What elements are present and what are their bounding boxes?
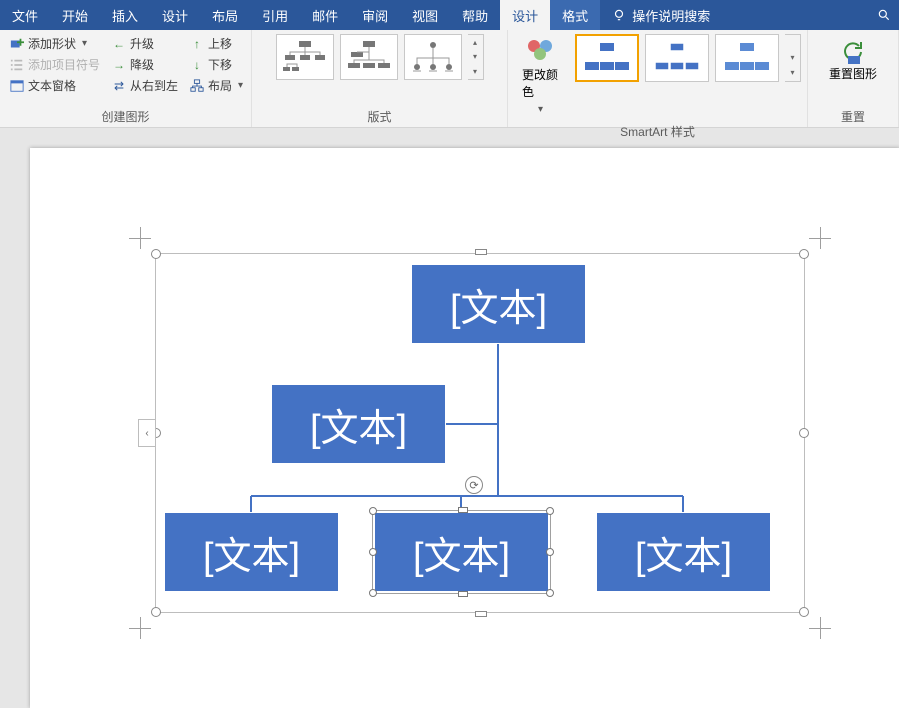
rotate-handle[interactable]: ⟳: [465, 476, 483, 494]
layout-option-2[interactable]: [340, 34, 398, 80]
add-shape-icon: [10, 37, 24, 51]
crop-mark-icon: [812, 620, 828, 636]
smartart-node-child-3[interactable]: [文本]: [596, 512, 771, 592]
text-pane-icon: [10, 79, 24, 93]
promote-button[interactable]: ← 升级: [108, 34, 182, 53]
crop-mark-icon: [132, 230, 148, 246]
resize-handle[interactable]: [475, 611, 487, 617]
ribbon: 添加形状▾ 添加项目符号 文本窗格 ← 升级 → 降级: [0, 30, 899, 128]
styles-more-button[interactable]: ▾ ▾: [785, 34, 801, 82]
tab-home[interactable]: 开始: [50, 0, 100, 30]
style-option-3[interactable]: [715, 34, 779, 82]
dropdown-bar-icon: ▾: [473, 67, 477, 76]
resize-handle[interactable]: [369, 589, 377, 597]
arrow-left-icon: ←: [112, 37, 126, 51]
layout-option-1[interactable]: [276, 34, 334, 80]
tab-layout[interactable]: 布局: [200, 0, 250, 30]
change-colors-button[interactable]: 更改颜色 ▾: [514, 34, 567, 119]
tab-insert[interactable]: 插入: [100, 0, 150, 30]
resize-handle[interactable]: [799, 428, 809, 438]
group-layouts: ▴ ▾ ▾ 版式: [252, 30, 508, 127]
rtl-button[interactable]: ⇄ 从右到左: [108, 76, 182, 95]
layout-button[interactable]: 布局▾: [186, 76, 247, 95]
resize-handle[interactable]: [799, 249, 809, 259]
arrow-up-icon: ↑: [190, 37, 204, 51]
arrow-right-icon: →: [112, 58, 126, 72]
demote-button[interactable]: → 降级: [108, 55, 182, 74]
magnifier-icon: [877, 8, 891, 22]
add-shape-button[interactable]: 添加形状▾: [6, 34, 104, 53]
colors-icon: [526, 38, 556, 62]
reset-graphic-button[interactable]: 重置图形: [821, 34, 885, 85]
resize-handle[interactable]: [151, 607, 161, 617]
smartart-node-top[interactable]: [文本]: [411, 264, 586, 344]
reset-icon: [839, 38, 867, 66]
tab-review[interactable]: 审阅: [350, 0, 400, 30]
move-down-button[interactable]: ↓ 下移: [186, 55, 247, 74]
tell-me-label: 操作说明搜索: [632, 6, 710, 25]
resize-handle[interactable]: [458, 591, 468, 597]
resize-handle[interactable]: [369, 548, 377, 556]
resize-handle[interactable]: [546, 548, 554, 556]
lightbulb-icon: [612, 8, 626, 22]
crop-mark-icon: [132, 620, 148, 636]
style-option-1[interactable]: [575, 34, 639, 82]
dropdown-arrow-icon: ▾: [238, 80, 243, 91]
text-pane-toggle[interactable]: ‹: [138, 419, 156, 447]
smartart-frame[interactable]: ‹ [文本] [文本] [文本] [文本] [文本] ⟳: [155, 253, 805, 613]
bullet-icon: [10, 58, 24, 72]
resize-handle[interactable]: [458, 507, 468, 513]
chevron-down-icon: ▾: [790, 53, 794, 62]
page[interactable]: ‹ [文本] [文本] [文本] [文本] [文本] ⟳: [30, 148, 899, 708]
move-up-button[interactable]: ↑ 上移: [186, 34, 247, 53]
resize-handle[interactable]: [369, 507, 377, 515]
group-create-graphic: 添加形状▾ 添加项目符号 文本窗格 ← 升级 → 降级: [0, 30, 252, 127]
resize-handle[interactable]: [799, 607, 809, 617]
group-label-create: 创建图形: [0, 108, 251, 127]
group-reset: 重置图形 重置: [808, 30, 899, 127]
layouts-more-button[interactable]: ▴ ▾ ▾: [468, 34, 484, 80]
tab-bar: 文件 开始 插入 设计 布局 引用 邮件 审阅 视图 帮助 设计 格式 操作说明…: [0, 0, 899, 30]
add-bullet-button: 添加项目符号: [6, 55, 104, 74]
dropdown-bar-icon: ▾: [790, 68, 794, 77]
layout-icon: [190, 79, 204, 93]
resize-handle[interactable]: [546, 589, 554, 597]
smartart-node-assistant[interactable]: [文本]: [271, 384, 446, 464]
crop-mark-icon: [812, 230, 828, 246]
dropdown-arrow-icon: ▾: [538, 104, 543, 115]
tab-references[interactable]: 引用: [250, 0, 300, 30]
smartart-node-child-1[interactable]: [文本]: [164, 512, 339, 592]
tab-file[interactable]: 文件: [0, 0, 50, 30]
arrow-down-icon: ↓: [190, 58, 204, 72]
tab-view[interactable]: 视图: [400, 0, 450, 30]
tab-smartart-format[interactable]: 格式: [550, 0, 600, 30]
layout-option-3[interactable]: [404, 34, 462, 80]
text-pane-button[interactable]: 文本窗格: [6, 76, 104, 95]
group-label-layouts: 版式: [252, 108, 507, 127]
tab-help[interactable]: 帮助: [450, 0, 500, 30]
tab-mailings[interactable]: 邮件: [300, 0, 350, 30]
resize-handle[interactable]: [475, 249, 487, 255]
document-area: ‹ [文本] [文本] [文本] [文本] [文本] ⟳: [0, 128, 899, 708]
tab-smartart-design[interactable]: 设计: [500, 0, 550, 30]
group-label-reset: 重置: [808, 108, 898, 127]
tell-me-search[interactable]: 操作说明搜索: [600, 0, 722, 30]
dropdown-arrow-icon: ▾: [82, 38, 87, 49]
chevron-up-icon: ▴: [473, 38, 477, 47]
search-icon-right[interactable]: [865, 0, 899, 30]
rtl-icon: ⇄: [112, 79, 126, 93]
resize-handle[interactable]: [151, 249, 161, 259]
chevron-down-icon: ▾: [473, 52, 477, 61]
node-selection-frame: [372, 510, 551, 594]
tab-design-page[interactable]: 设计: [150, 0, 200, 30]
group-smartart-styles: 更改颜色 ▾ ▾ ▾ SmartArt 样式: [508, 30, 808, 127]
resize-handle[interactable]: [546, 507, 554, 515]
style-option-2[interactable]: [645, 34, 709, 82]
